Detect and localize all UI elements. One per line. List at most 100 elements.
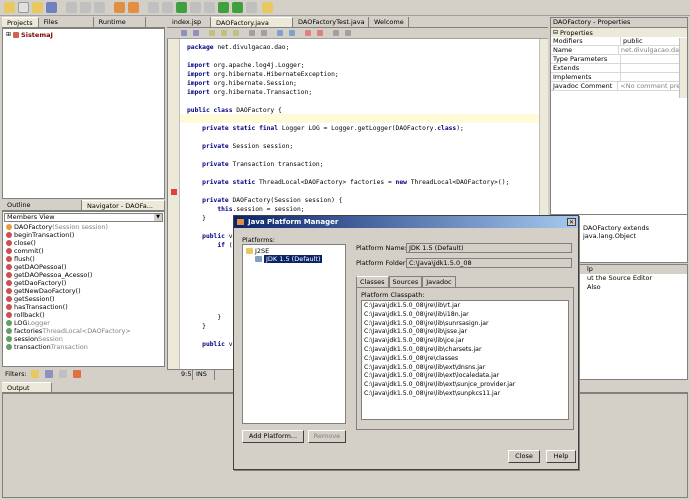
tree-node-jdk[interactable]: JDK 1.5 (Default) bbox=[243, 255, 345, 263]
filter-static-icon[interactable] bbox=[44, 369, 53, 378]
tab-output[interactable]: Output bbox=[2, 382, 52, 392]
properties-scrollbar[interactable] bbox=[679, 38, 687, 98]
build-icon[interactable] bbox=[162, 2, 173, 13]
collapse-icon[interactable]: ⊟ bbox=[553, 29, 558, 37]
property-row[interactable]: Extends bbox=[551, 64, 687, 73]
tree-node-j2se[interactable]: J2SE bbox=[243, 247, 345, 255]
filter-inherited-icon[interactable] bbox=[58, 369, 67, 378]
find-selection-icon[interactable] bbox=[233, 30, 239, 36]
filter-sort-icon[interactable] bbox=[72, 369, 81, 378]
new-file-icon[interactable] bbox=[18, 2, 29, 13]
member-item[interactable]: hasTransaction() bbox=[6, 303, 164, 311]
tab-javadoc[interactable]: Javadoc bbox=[422, 276, 456, 287]
member-item[interactable]: getSession() bbox=[6, 295, 164, 303]
classpath-item[interactable]: C:\Java\jdk1.5.0_08\jre\lib\ext\localeda… bbox=[364, 372, 566, 381]
property-value[interactable] bbox=[621, 55, 623, 63]
classpath-item[interactable]: C:\Java\jdk1.5.0_08\jre\lib\ext\dnsns.ja… bbox=[364, 364, 566, 373]
save-icon[interactable] bbox=[46, 2, 57, 13]
member-item[interactable]: rollback() bbox=[6, 311, 164, 319]
classpath-item[interactable]: C:\Java\jdk1.5.0_08\jre\lib\rt.jar bbox=[364, 302, 566, 311]
project-node[interactable]: ⊞ SistemaJ bbox=[6, 31, 161, 39]
undo-icon[interactable] bbox=[114, 2, 125, 13]
property-value[interactable] bbox=[621, 73, 623, 81]
find-prev-icon[interactable] bbox=[209, 30, 215, 36]
run-icon[interactable] bbox=[176, 2, 187, 13]
expand-icon[interactable]: ⊞ bbox=[6, 31, 11, 39]
member-item[interactable]: getDAOPessoa_Acesso() bbox=[6, 271, 164, 279]
tab-daofactorytest-java[interactable]: DAOFactoryTest.java bbox=[293, 17, 369, 27]
macro-icon[interactable] bbox=[305, 30, 311, 36]
member-item[interactable]: session Session bbox=[6, 335, 164, 343]
platforms-tree[interactable]: J2SE JDK 1.5 (Default) bbox=[242, 244, 346, 424]
classpath-list[interactable]: C:\Java\jdk1.5.0_08\jre\lib\rt.jar C:\Jav… bbox=[361, 300, 569, 420]
members-view-select[interactable]: Members View ▼ bbox=[4, 213, 163, 222]
property-row[interactable]: Implements bbox=[551, 73, 687, 82]
run-main-icon[interactable] bbox=[218, 2, 229, 13]
filter-fields-icon[interactable] bbox=[30, 369, 39, 378]
cut-icon[interactable] bbox=[66, 2, 77, 13]
tab-navigator[interactable]: Navigator - DAOFa... bbox=[82, 200, 165, 210]
tab-files[interactable]: Files bbox=[38, 17, 94, 27]
classpath-item[interactable]: C:\Java\jdk1.5.0_08\jre\lib\jce.jar bbox=[364, 337, 566, 346]
shift-left-icon[interactable] bbox=[249, 30, 255, 36]
tab-index-jsp[interactable]: index.jsp bbox=[167, 17, 211, 27]
help-button[interactable]: Help bbox=[546, 450, 576, 463]
remove-button[interactable]: Remove bbox=[308, 430, 346, 443]
property-value[interactable]: public bbox=[621, 37, 643, 45]
platform-folder-field[interactable]: C:\Java\jdk1.5.0_08 bbox=[406, 258, 572, 268]
profile-icon[interactable] bbox=[262, 2, 273, 13]
add-platform-button[interactable]: Add Platform... bbox=[242, 430, 304, 443]
bookmark-icon[interactable] bbox=[277, 30, 283, 36]
member-item[interactable]: close() bbox=[6, 239, 164, 247]
close-icon[interactable]: ✕ bbox=[567, 218, 576, 226]
property-value[interactable]: <No comment pres... bbox=[618, 82, 687, 90]
uncomment-icon[interactable] bbox=[345, 30, 351, 36]
member-item[interactable]: transaction Transaction bbox=[6, 343, 164, 351]
copy-icon[interactable] bbox=[80, 2, 91, 13]
tab-projects[interactable]: Projects bbox=[2, 17, 39, 27]
classpath-item[interactable]: C:\Java\jdk1.5.0_08\jre\lib\i18n.jar bbox=[364, 311, 566, 320]
member-item[interactable]: DAOFactory (Session session) bbox=[6, 223, 164, 231]
properties-section[interactable]: ⊟ Properties bbox=[551, 28, 687, 37]
shift-right-icon[interactable] bbox=[261, 30, 267, 36]
toolbar-icon-2[interactable] bbox=[204, 2, 215, 13]
chevron-down-icon[interactable]: ▼ bbox=[154, 214, 162, 221]
member-item[interactable]: flush() bbox=[6, 255, 164, 263]
tab-outline[interactable]: Outline bbox=[2, 200, 82, 210]
tab-classes[interactable]: Classes bbox=[356, 276, 389, 287]
tab-runtime[interactable]: Runtime bbox=[93, 17, 146, 27]
next-bookmark-icon[interactable] bbox=[289, 30, 295, 36]
property-row[interactable]: Javadoc Comment <No comment pres... bbox=[551, 82, 687, 91]
platform-name-field[interactable]: JDK 1.5 (Default) bbox=[406, 243, 572, 253]
toolbar-icon-1[interactable] bbox=[190, 2, 201, 13]
classpath-item[interactable]: C:\Java\jdk1.5.0_08\jre\lib\charsets.jar bbox=[364, 346, 566, 355]
classpath-item[interactable]: C:\Java\jdk1.5.0_08\jre\lib\jsse.jar bbox=[364, 328, 566, 337]
classpath-item[interactable]: C:\Java\jdk1.5.0_08\jre\lib\ext\sunpkcs1… bbox=[364, 390, 566, 399]
tab-daofactory-java[interactable]: DAOFactory.java bbox=[211, 17, 293, 27]
debug-icon[interactable] bbox=[232, 2, 243, 13]
member-item[interactable]: getDaoFactory() bbox=[6, 279, 164, 287]
open-folder-icon[interactable] bbox=[32, 2, 43, 13]
property-row[interactable]: Name net.divulgacao.dao... bbox=[551, 46, 687, 55]
back-icon[interactable] bbox=[181, 30, 187, 36]
member-item[interactable]: beginTransaction() bbox=[6, 231, 164, 239]
tab-welcome[interactable]: Welcome bbox=[369, 17, 409, 27]
member-item[interactable]: LOG Logger bbox=[6, 319, 164, 327]
forward-icon[interactable] bbox=[193, 30, 199, 36]
classpath-item[interactable]: C:\Java\jdk1.5.0_08\jre\lib\ext\sunjce_p… bbox=[364, 381, 566, 390]
member-item[interactable]: getDAOPessoa() bbox=[6, 263, 164, 271]
comment-icon[interactable] bbox=[333, 30, 339, 36]
stop-macro-icon[interactable] bbox=[317, 30, 323, 36]
find-next-icon[interactable] bbox=[221, 30, 227, 36]
tab-sources[interactable]: Sources bbox=[388, 276, 423, 287]
find-icon[interactable] bbox=[148, 2, 159, 13]
property-value[interactable] bbox=[621, 64, 623, 72]
toolbar-icon-3[interactable] bbox=[246, 2, 257, 13]
classpath-item[interactable]: C:\Java\jdk1.5.0_08\jre\lib\sunrsasign.j… bbox=[364, 320, 566, 329]
new-project-icon[interactable] bbox=[4, 2, 15, 13]
redo-icon[interactable] bbox=[128, 2, 139, 13]
member-item[interactable]: commit() bbox=[6, 247, 164, 255]
close-button[interactable]: Close bbox=[508, 450, 540, 463]
paste-icon[interactable] bbox=[94, 2, 105, 13]
member-item[interactable]: getNewDaoFactory() bbox=[6, 287, 164, 295]
